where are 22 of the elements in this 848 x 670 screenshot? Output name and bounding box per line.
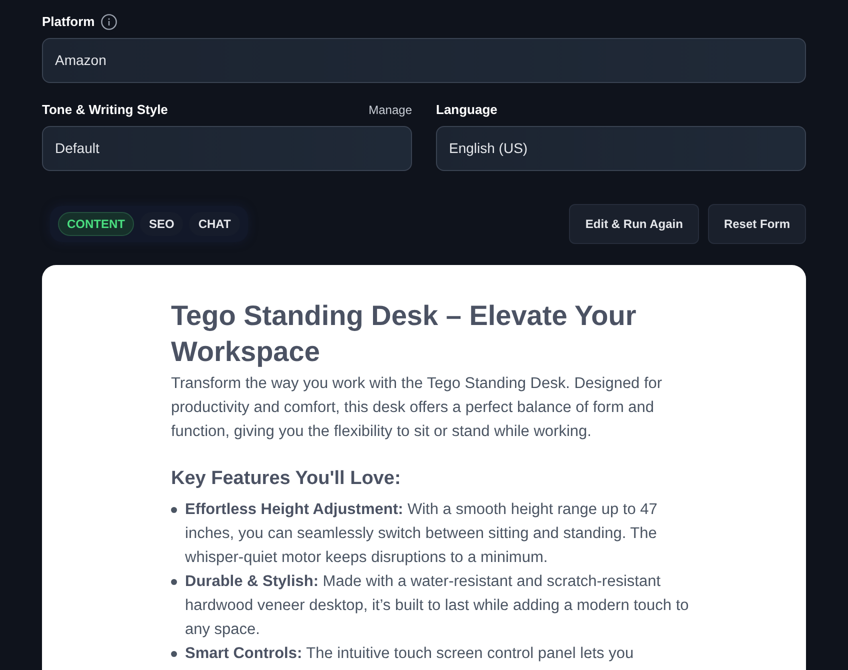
rerun-button[interactable]: Edit & Run Again — [569, 204, 699, 244]
info-icon[interactable] — [100, 14, 117, 30]
platform-select[interactable]: Amazon — [42, 38, 806, 83]
section-heading: Key Features You'll Love: — [171, 467, 402, 491]
bullet-icon — [171, 579, 177, 585]
bullet-icon — [171, 507, 177, 513]
tone-select[interactable]: Default — [42, 126, 412, 171]
tab[interactable]: CONTENT — [58, 212, 134, 236]
field-label: Tone & Writing Style — [42, 101, 168, 120]
field-label: Language — [436, 101, 498, 120]
product-title: Tego Standing Desk – Elevate Your Workspace — [171, 299, 638, 369]
feature-text: Effortless Height Adjustment: With a smooth height range up to 47 inches, you can seamlessly switch between sitting and standing. The whisper-quiet motor keeps disruptions to a minimum. — [185, 500, 658, 568]
feature-text: Durable & Stylish: Made with a water-resistant and scratch-resistant hardwood veneer desktop, it’s built to last while adding a modern touch to any space. — [185, 572, 690, 640]
reset-button[interactable]: Reset Form — [708, 204, 806, 244]
feature-text: Smart Controls: The intuitive touch screen control panel lets you — [185, 644, 634, 664]
intro-paragraph: Transform the way you work with the Tego Standing Desk. Designed for productivity and comfort, this desk offers a perfect balance of form and function, giving you the flexibility to sit or stand while working. — [171, 374, 664, 442]
field-label: Platform — [42, 13, 95, 32]
tab[interactable]: CHAT — [189, 212, 240, 236]
manage-link[interactable]: Manage — [368, 101, 412, 119]
language-select[interactable]: English (US) — [436, 126, 806, 171]
bullet-icon — [171, 651, 177, 657]
tab[interactable]: SEO — [140, 212, 184, 236]
